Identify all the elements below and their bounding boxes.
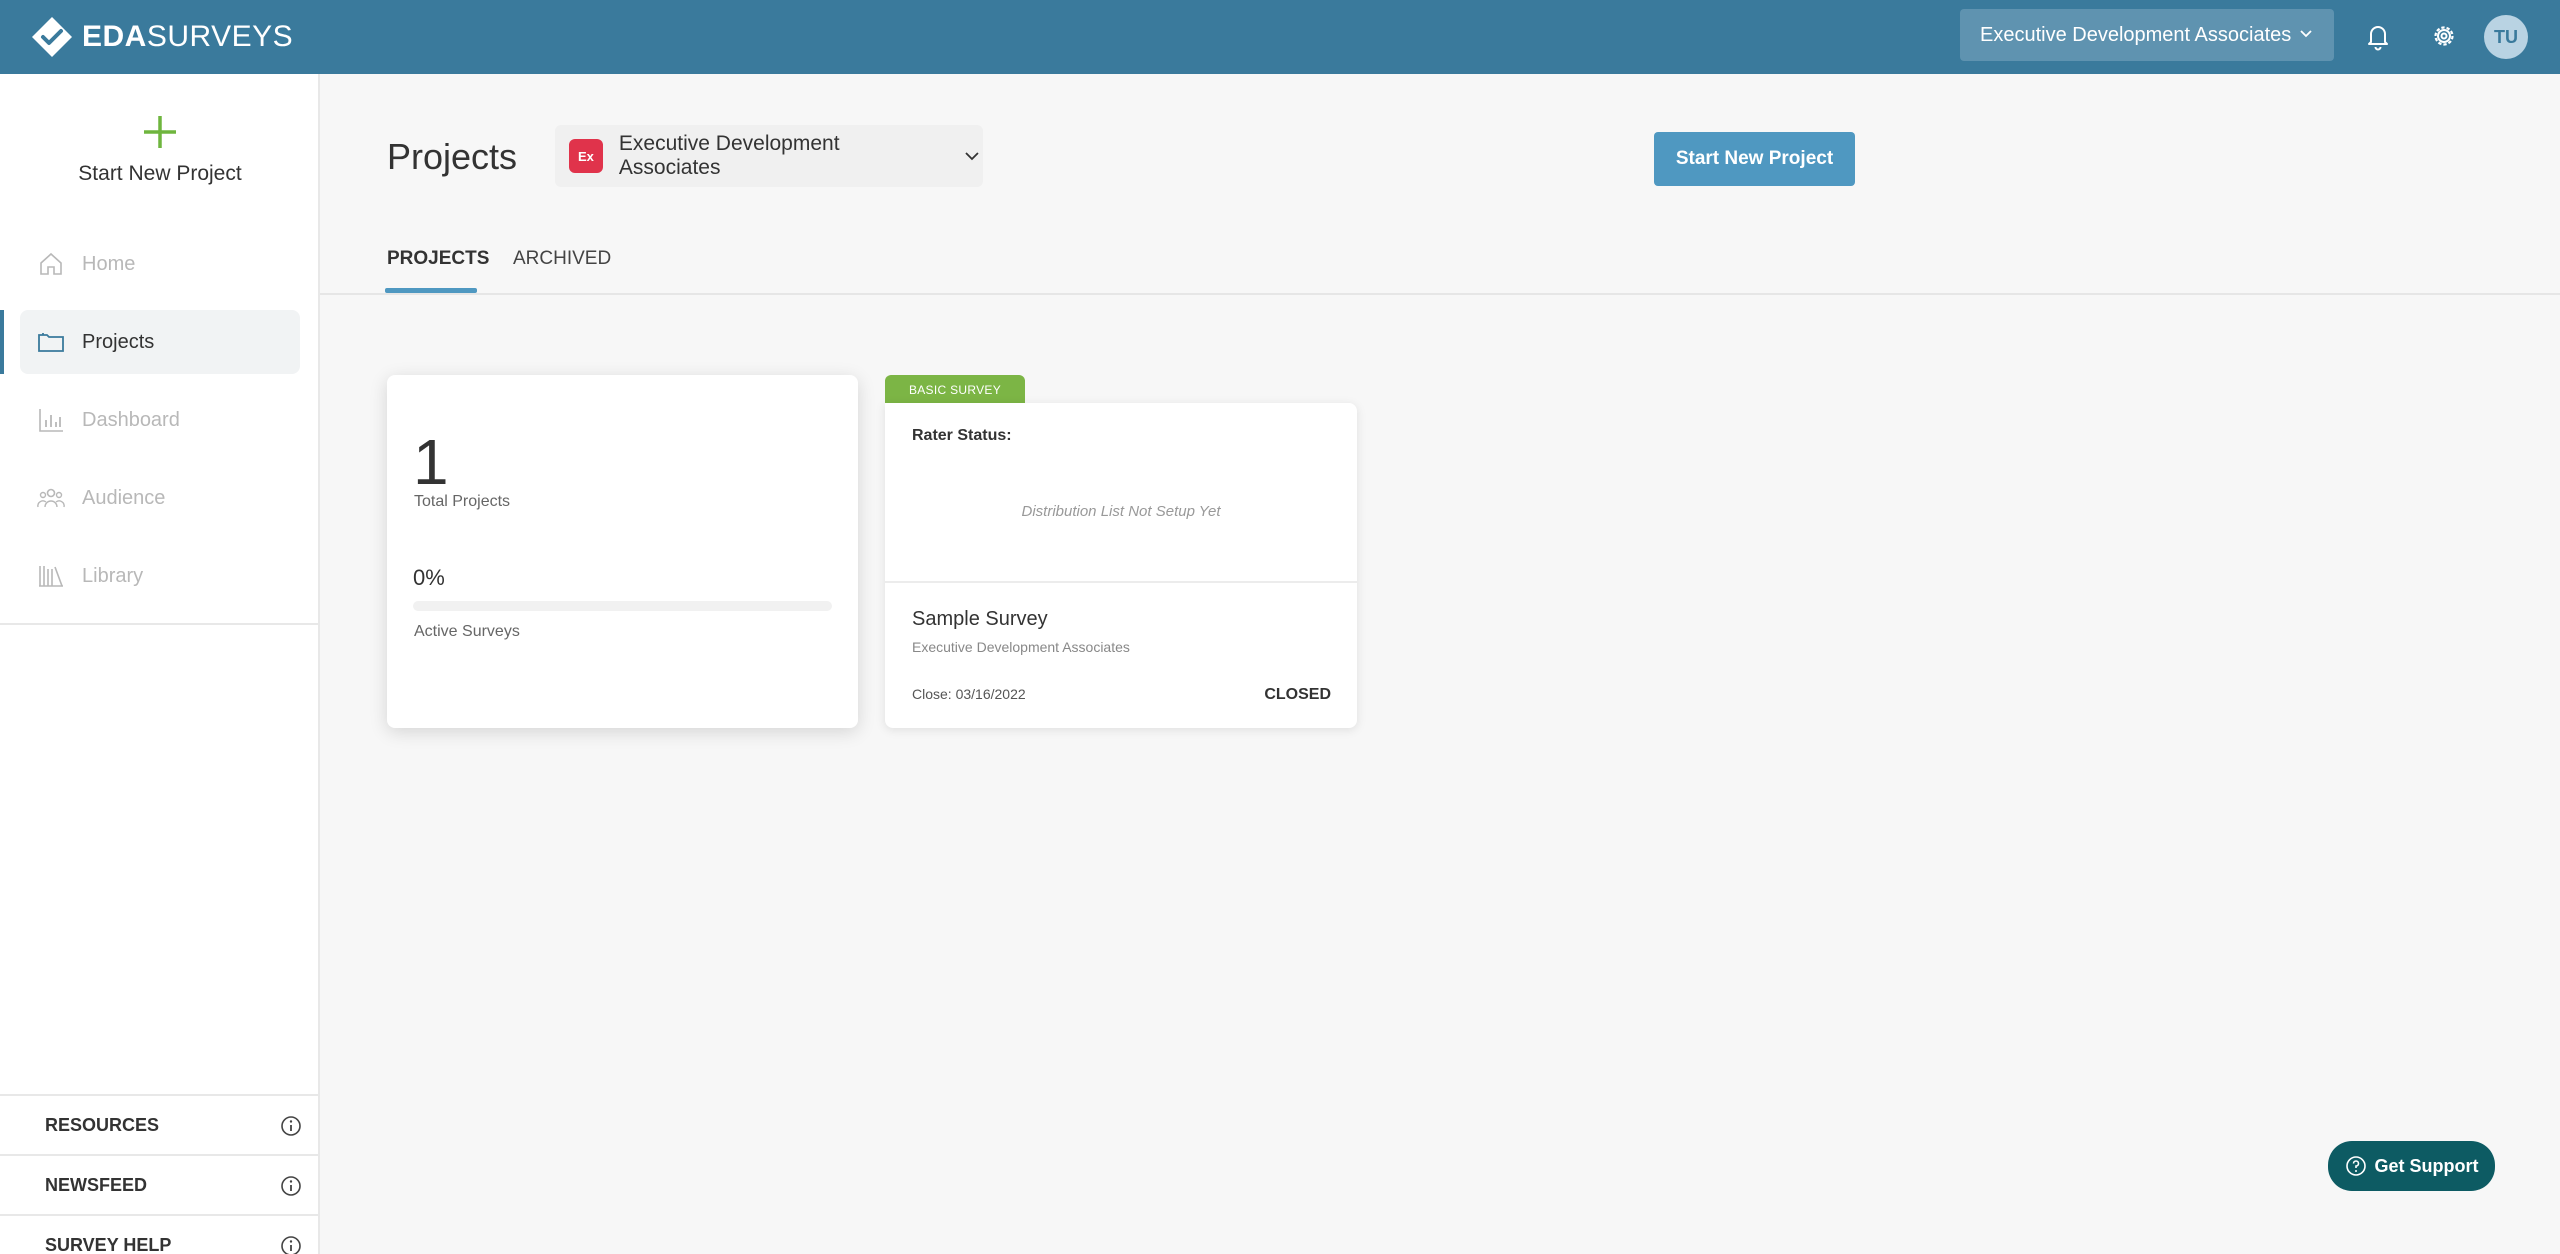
organization-name: Executive Development Associates (618, 132, 840, 179)
footer-item-label: SURVEY HELP (45, 1234, 172, 1254)
info-icon[interactable] (280, 1235, 302, 1254)
folder-icon (38, 333, 64, 352)
footer-item-label: NEWSFEED (45, 1174, 148, 1195)
home-icon (40, 252, 62, 275)
library-icon (39, 566, 63, 587)
tabs-divider (320, 293, 2560, 295)
get-support-label: Get Support (2374, 1155, 2479, 1176)
tab-archived[interactable]: ARCHIVED (513, 248, 611, 270)
survey-organization: Executive Development Associates (912, 639, 1130, 655)
rater-status-label: Rater Status: (912, 427, 1012, 444)
sidebar: Start New Project Home Projects Dashboar… (0, 74, 320, 1254)
active-surveys-percent: 0% (413, 565, 445, 590)
get-support-button[interactable]: Get Support (2328, 1141, 2495, 1191)
diamond-check-icon (32, 17, 72, 57)
sidebar-item-label: Dashboard (82, 408, 180, 431)
brand-logo[interactable]: EDASURVEYS (30, 12, 293, 62)
help-circle-icon (2345, 1156, 2366, 1176)
organization-selector[interactable]: Executive Development Associates (1960, 9, 2334, 61)
people-icon (37, 488, 65, 508)
sidebar-item-audience[interactable]: Audience (20, 466, 300, 530)
project-stats-card: 1 Total Projects 0% Active Surveys (387, 375, 858, 728)
sidebar-item-projects[interactable]: Projects (20, 310, 300, 374)
gear-icon[interactable] (2426, 18, 2462, 54)
start-new-project-label: Start New Project (78, 162, 242, 185)
total-projects-label: Total Projects (414, 493, 511, 510)
survey-status: CLOSED (1264, 686, 1331, 703)
chevron-down-icon (965, 152, 979, 161)
sidebar-item-label: Home (82, 252, 136, 275)
info-icon[interactable] (280, 1115, 302, 1137)
survey-close-date: Close: 03/16/2022 (912, 686, 1026, 702)
brand-name: EDASURVEYS (82, 20, 294, 53)
sidebar-item-label: Projects (82, 330, 155, 353)
card-divider (885, 581, 1357, 583)
tab-projects[interactable]: PROJECTS (387, 248, 489, 270)
active-surveys-label: Active Surveys (414, 623, 520, 640)
organization-selector-label: Executive Development Associates (1980, 23, 2292, 46)
sidebar-footer-resources[interactable]: RESOURCES (0, 1094, 318, 1154)
bar-chart-icon (39, 409, 63, 432)
sidebar-divider (0, 623, 318, 625)
sidebar-footer-survey-help[interactable]: SURVEY HELP (0, 1214, 318, 1254)
organization-badge: Ex (569, 139, 603, 173)
survey-type-tag: BASIC SURVEY (885, 375, 1025, 405)
sidebar-item-home[interactable]: Home (20, 232, 300, 296)
top-bar: EDASURVEYS Executive Development Associa… (0, 0, 2560, 74)
distribution-list-note: Distribution List Not Setup Yet (1021, 503, 1221, 520)
sidebar-footer-newsfeed[interactable]: NEWSFEED (0, 1154, 318, 1214)
sidebar-item-label: Audience (82, 486, 166, 509)
survey-card[interactable]: Rater Status: Distribution List Not Setu… (885, 403, 1357, 728)
active-nav-indicator (0, 310, 4, 374)
sidebar-start-new-project-button[interactable]: Start New Project (0, 114, 320, 204)
page-title: Projects (387, 136, 518, 177)
active-surveys-progress-bar (413, 601, 832, 611)
user-avatar[interactable]: TU (2484, 15, 2528, 59)
start-new-project-button[interactable]: Start New Project (1654, 132, 1855, 186)
sidebar-item-label: Library (82, 564, 144, 587)
plus-icon (144, 116, 176, 148)
sidebar-item-dashboard[interactable]: Dashboard (20, 388, 300, 452)
total-projects-count: 1 (413, 426, 449, 498)
info-icon[interactable] (280, 1175, 302, 1197)
footer-item-label: RESOURCES (45, 1114, 160, 1135)
bell-icon[interactable] (2360, 18, 2396, 54)
project-organization-selector[interactable]: Ex Executive Development Associates (555, 125, 983, 187)
survey-name[interactable]: Sample Survey (912, 608, 1048, 631)
chevron-down-icon (2300, 30, 2312, 38)
sidebar-item-library[interactable]: Library (20, 544, 300, 608)
